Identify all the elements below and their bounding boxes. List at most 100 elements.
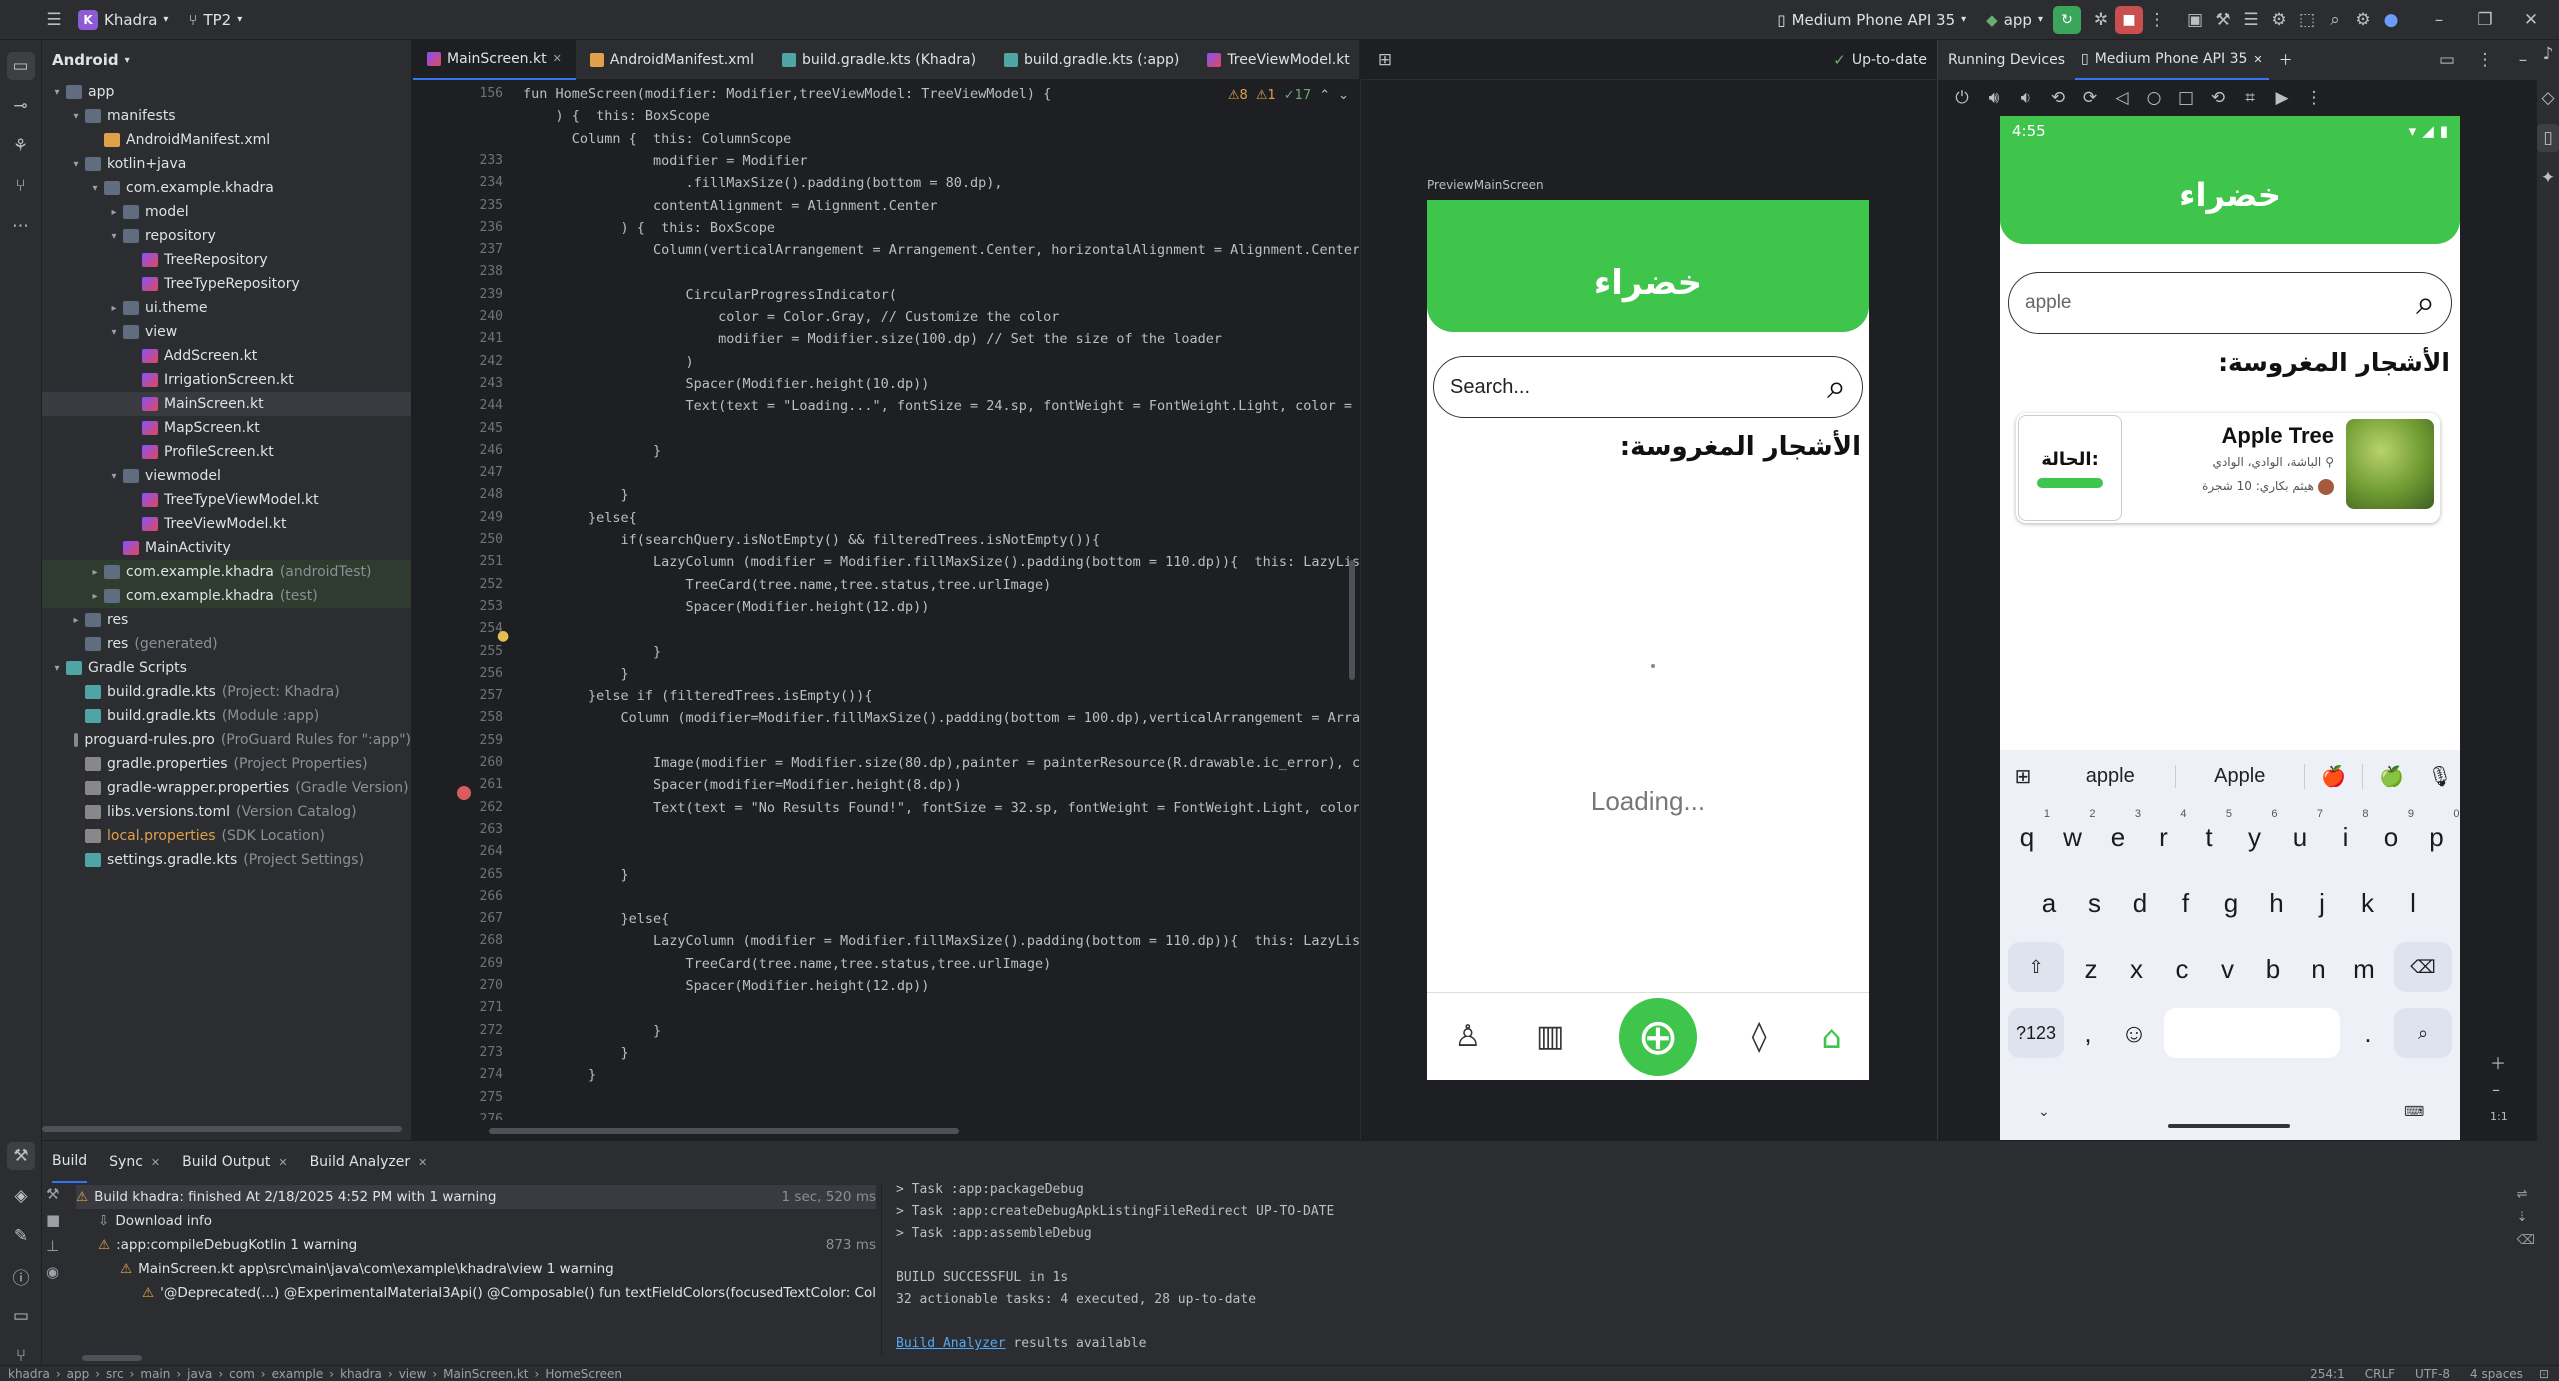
minimize-window-icon[interactable]: –	[2425, 6, 2453, 34]
layout-options-icon[interactable]: ▭	[2433, 46, 2461, 74]
lock-icon[interactable]: ⊡	[2539, 1367, 2549, 1381]
settings-gear-icon[interactable]: ⚙	[2349, 6, 2377, 34]
close-window-icon[interactable]: ✕	[2517, 6, 2545, 34]
restore-window-icon[interactable]: ❐	[2471, 6, 2499, 34]
volume-up-icon[interactable]: 🔊︎	[1980, 84, 2008, 112]
keyboard-suggestion[interactable]: 🍏	[2362, 763, 2420, 789]
map-nav-icon[interactable]: ▥	[1536, 1019, 1564, 1054]
tree-item[interactable]: settings.gradle.kts (Project Settings)	[42, 848, 411, 872]
editor-tab[interactable]: MainScreen.kt ✕	[413, 39, 576, 80]
project-scrollbar[interactable]	[42, 1126, 402, 1132]
power-icon[interactable]: ⏻	[1948, 84, 1976, 112]
back-icon[interactable]: ◁	[2108, 84, 2136, 112]
build-hammer-icon[interactable]: ⚒	[7, 1142, 35, 1170]
expand-arrow-icon[interactable]: ▾	[69, 159, 83, 170]
branch-switcher[interactable]: ⑂ TP2 ▾	[178, 0, 252, 40]
prev-highlight-icon[interactable]: ⌃	[1319, 88, 1330, 103]
symbols-key[interactable]: ?123	[2008, 1008, 2064, 1058]
expand-arrow-icon[interactable]: ▸	[88, 591, 102, 602]
key-u[interactable]: u7	[2281, 808, 2323, 862]
key-a[interactable]: a	[2030, 878, 2068, 928]
tree-item[interactable]: ▾ manifests	[42, 104, 411, 128]
notifications-icon[interactable]: ♪	[2537, 40, 2559, 68]
breadcrumb-item[interactable]: com	[229, 1367, 255, 1381]
cursor-position[interactable]: 254:1	[2310, 1367, 2345, 1381]
running-devices-icon[interactable]: ▯	[2537, 124, 2559, 152]
key-w[interactable]: w2	[2054, 808, 2095, 862]
key-l[interactable]: l	[2394, 878, 2432, 928]
expand-arrow-icon[interactable]: ▾	[107, 327, 121, 338]
project-switcher[interactable]: K Khadra ▾	[68, 0, 178, 40]
key-m[interactable]: m	[2345, 944, 2383, 994]
tree-item[interactable]: gradle-wrapper.properties (Gradle Version…	[42, 776, 411, 800]
close-tab-icon[interactable]: ✕	[151, 1156, 160, 1169]
expand-arrow-icon[interactable]: ▾	[50, 663, 64, 674]
keyboard-suggestion[interactable]: apple	[2046, 765, 2175, 788]
problems-icon[interactable]: ⓘ	[7, 1262, 35, 1290]
device-selector[interactable]: ▯ Medium Phone API 35 ▾	[1767, 0, 1976, 40]
stop-build-icon[interactable]: ■	[46, 1211, 70, 1229]
tree-item[interactable]: MapScreen.kt	[42, 416, 411, 440]
commit-icon[interactable]: ⊸	[7, 92, 35, 120]
keyboard-suggestion[interactable]: 🍎	[2304, 763, 2362, 789]
key-o[interactable]: o9	[2372, 808, 2414, 862]
editor-tab[interactable]: build.gradle.kts (Khadra)	[768, 40, 990, 80]
rotate-right-icon[interactable]: ⟳	[2076, 84, 2104, 112]
project-folder-icon[interactable]: ▭	[6, 52, 35, 80]
gradle-icon[interactable]: ◈	[7, 1182, 35, 1210]
tree-item[interactable]: AddScreen.kt	[42, 344, 411, 368]
key-f[interactable]: f	[2167, 878, 2205, 928]
tree-item[interactable]: MainActivity	[42, 536, 411, 560]
profile-nav-icon[interactable]: ♙	[1454, 1019, 1481, 1054]
resource-manager-icon[interactable]: ⚘	[7, 132, 35, 160]
debug-icon[interactable]: ✲	[2087, 6, 2115, 34]
terminal-icon[interactable]: ▭	[7, 1302, 35, 1330]
tree-card[interactable]: Apple Tree ⚲ الباشة، الوادي، الوادي هيثم…	[2016, 413, 2440, 523]
period-key[interactable]: .	[2350, 1008, 2386, 1058]
key-j[interactable]: j	[2303, 878, 2341, 928]
preview-toggle-icon[interactable]: ⊞	[1371, 46, 1399, 74]
build-tree-row[interactable]: ⇩ Download info	[76, 1209, 876, 1233]
device-tab[interactable]: ▯ Medium Phone API 35 ✕	[2075, 40, 2269, 80]
keyboard-suggestion[interactable]: Apple	[2174, 764, 2305, 788]
build-tree-row[interactable]: ⚠:app:compileDebugKotlin 1 warning 873 ms	[76, 1233, 876, 1257]
close-tab-icon[interactable]: ✕	[278, 1156, 287, 1169]
close-tab-icon[interactable]: ✕	[2253, 53, 2262, 66]
expand-arrow-icon[interactable]: ▾	[107, 231, 121, 242]
layout-inspector-icon[interactable]: ☰	[2237, 6, 2265, 34]
expand-arrow-icon[interactable]: ▸	[107, 303, 121, 314]
tree-item[interactable]: AndroidManifest.xml	[42, 128, 411, 152]
preview-phone-screen[interactable]: خضراء Search... ⌕ الأشجار المغروسة: Load…	[1427, 200, 1869, 1080]
key-v[interactable]: v	[2209, 944, 2247, 994]
tree-item[interactable]: ▾ repository	[42, 224, 411, 248]
key-x[interactable]: x	[2118, 944, 2156, 994]
trash-icon[interactable]: ⌫	[2517, 1233, 2535, 1248]
close-tab-icon[interactable]: ✕	[418, 1156, 427, 1169]
tree-item[interactable]: ▸ com.example.khadra (androidTest)	[42, 560, 411, 584]
home-nav-icon[interactable]: ⌂	[1821, 1018, 1841, 1056]
tree-item[interactable]: ▾ kotlin+java	[42, 152, 411, 176]
build-analyzer-link[interactable]: Build Analyzer	[896, 1336, 1006, 1351]
tree-item[interactable]: IrrigationScreen.kt	[42, 368, 411, 392]
key-n[interactable]: n	[2300, 944, 2338, 994]
zoom-in-icon[interactable]: ＋	[2490, 1050, 2506, 1074]
key-c[interactable]: c	[2163, 944, 2201, 994]
tree-item[interactable]: ▾ viewmodel	[42, 464, 411, 488]
backspace-key[interactable]: ⌫	[2394, 942, 2452, 992]
apps-grid-icon[interactable]: ⊞	[2000, 764, 2046, 789]
breadcrumb-item[interactable]: khadra	[8, 1367, 50, 1381]
tree-item[interactable]: build.gradle.kts (Module :app)	[42, 704, 411, 728]
breadcrumb-item[interactable]: src	[106, 1367, 124, 1381]
pin-icon[interactable]: ⊥	[46, 1237, 70, 1255]
editor-tab[interactable]: AndroidManifest.xml	[576, 40, 768, 80]
build-hammer-icon[interactable]: ⚒	[46, 1185, 70, 1203]
snapshot-icon[interactable]: ⟲	[2204, 84, 2232, 112]
plugins-icon[interactable]: ⚙	[2265, 6, 2293, 34]
eye-icon[interactable]: ◉	[46, 1263, 70, 1281]
tree-item[interactable]: MainScreen.kt	[42, 392, 411, 416]
search-icon[interactable]: ⌕	[2321, 6, 2349, 34]
device-manager-icon[interactable]: ▣	[2181, 6, 2209, 34]
space-key[interactable]	[2164, 1008, 2340, 1058]
account-avatar-icon[interactable]: ●	[2377, 6, 2405, 34]
next-highlight-icon[interactable]: ⌄	[1338, 88, 1349, 103]
